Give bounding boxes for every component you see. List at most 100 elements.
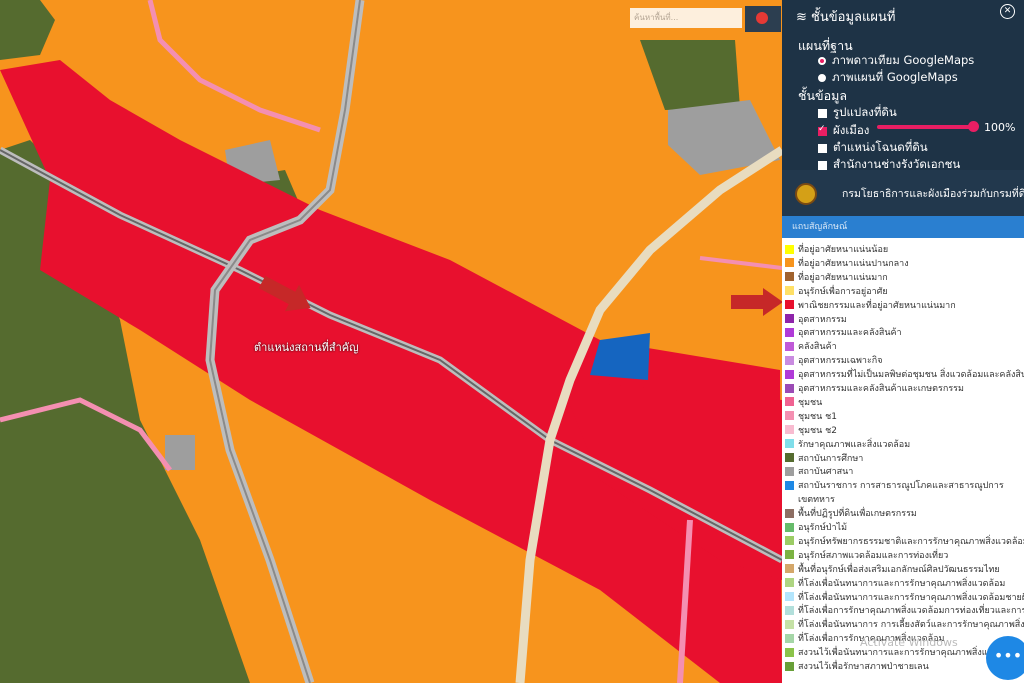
- legend-swatch: [785, 578, 794, 588]
- legend-item: รักษาคุณภาพและสิ่งแวดล้อม: [785, 437, 910, 451]
- legend-item: อุตสาหกรรมและคลังสินค้า: [785, 325, 902, 339]
- legend-item: สถาบันศาสนา: [785, 464, 853, 478]
- legend-list: ที่อยู่อาศัยหนาแน่นน้อยที่อยู่อาศัยหนาแน…: [782, 238, 1024, 683]
- checkbox-icon[interactable]: [818, 143, 827, 153]
- legend-item: พาณิชยกรรมและที่อยู่อาศัยหนาแน่นมาก: [785, 298, 956, 312]
- legend-item: ชุมชน ช1: [785, 409, 837, 423]
- activation-watermark: Activate Windows: [860, 636, 958, 649]
- legend-swatch: [785, 508, 794, 518]
- legend-label: พื้นที่อนุรักษ์เพื่อส่งเสริมเอกลักษณ์ศิล…: [798, 564, 1000, 575]
- legend-swatch: [785, 341, 794, 351]
- legend-swatch: [785, 466, 794, 476]
- checkbox-icon[interactable]: [818, 160, 827, 170]
- legend-label: อนุรักษ์ป่าไม้: [798, 523, 847, 533]
- legend-label: เขตทหาร: [798, 495, 835, 506]
- grey-zone-small: [165, 435, 195, 470]
- legend-swatch: [785, 383, 794, 393]
- layer-deed-location[interactable]: ตำแหน่งโฉนดที่ดิน: [818, 139, 928, 157]
- legend-item: อนุรักษ์ป่าไม้: [785, 520, 847, 534]
- legend-label: ที่อยู่อาศัยหนาแน่นน้อย: [798, 245, 889, 255]
- legend-item: คลังสินค้า: [785, 339, 837, 353]
- checkbox-icon[interactable]: [818, 108, 827, 118]
- layers-heading: ชั้นข้อมูล: [798, 88, 847, 103]
- legend-item: ที่อยู่อาศัยหนาแน่นปานกลาง: [785, 256, 909, 270]
- legend-label: อุตสาหกรรมที่ไม่เป็นมลพิษต่อชุมชน สิ่งแว…: [798, 370, 1024, 381]
- legend-swatch: [785, 605, 794, 615]
- layer-parcels[interactable]: รูปแปลงที่ดิน: [818, 104, 897, 122]
- legend-swatch: [785, 536, 794, 546]
- legend-item: พื้นที่ปฏิรูปที่ดินเพื่อเกษตรกรรม: [785, 506, 917, 520]
- legend-label: ชุมชน ช1: [798, 411, 837, 422]
- legend-label: ที่โล่งเพื่อนันทนาการ การเลี้ยงสัตว์และก…: [798, 620, 1024, 631]
- legend-label: อนุรักษ์สภาพแวดล้อมและการท่องเที่ยว: [798, 550, 949, 561]
- legend-item: อนุรักษ์เพื่อการอยู่อาศัย: [785, 284, 888, 298]
- legend-item: ชุมชน: [785, 395, 822, 409]
- legend-label: พาณิชยกรรมและที่อยู่อาศัยหนาแน่นมาก: [798, 300, 956, 311]
- close-icon[interactable]: ✕: [1000, 4, 1015, 19]
- key-location-label: ตำแหน่งสถานที่สำคัญ: [254, 341, 359, 354]
- legend-label: ที่อยู่อาศัยหนาแน่นมาก: [798, 272, 888, 283]
- legend-label: อุตสาหกรรมเฉพาะกิจ: [798, 356, 883, 367]
- legend-heading: แถบสัญลักษณ์: [782, 216, 1024, 238]
- legend-swatch: [785, 480, 794, 490]
- legend-item: ที่โล่งเพื่อการรักษาคุณภาพสิ่งแวดล้อมการ…: [785, 603, 1024, 617]
- legend-swatch: [785, 439, 794, 449]
- legend-label: ที่โล่งเพื่อนันทนาการและการรักษาคุณภาพสิ…: [798, 592, 1024, 603]
- legend-item: ที่โล่งเพื่อนันทนาการและการรักษาคุณภาพสิ…: [785, 576, 1005, 590]
- base-option-map[interactable]: ภาพแผนที่ GoogleMaps: [818, 69, 958, 87]
- legend-swatch: [785, 425, 794, 435]
- radio-icon[interactable]: [818, 74, 826, 82]
- legend-swatch: [785, 522, 794, 532]
- legend-swatch: [785, 633, 794, 643]
- department-logo-icon: [795, 183, 817, 205]
- legend-label: คลังสินค้า: [798, 342, 837, 353]
- legend-label: พื้นที่ปฏิรูปที่ดินเพื่อเกษตรกรรม: [798, 509, 917, 520]
- legend-label: ที่อยู่อาศัยหนาแน่นปานกลาง: [798, 258, 909, 269]
- legend-label: อนุรักษ์เพื่อการอยู่อาศัย: [798, 286, 888, 297]
- legend-swatch: [785, 411, 794, 421]
- radio-icon[interactable]: [818, 57, 826, 65]
- legend-item: ที่อยู่อาศัยหนาแน่นน้อย: [785, 242, 888, 256]
- legend-swatch: [785, 355, 794, 365]
- opacity-value: 100%: [984, 121, 1016, 134]
- legend-label: อุตสาหกรรมและคลังสินค้า: [798, 328, 902, 339]
- legend-label: รักษาคุณภาพและสิ่งแวดล้อม: [798, 439, 911, 450]
- legend-item: ที่โล่งเพื่อนันทนาการ การเลี้ยงสัตว์และก…: [785, 617, 1024, 631]
- legend-label: ที่โล่งเพื่อการรักษาคุณภาพสิ่งแวดล้อมการ…: [798, 606, 1024, 617]
- legend-item: อุตสาหกรรมและคลังสินค้าและเกษตรกรรม: [785, 381, 964, 395]
- base-option-satellite[interactable]: ภาพดาวเทียม GoogleMaps: [818, 52, 974, 70]
- search-input[interactable]: ค้นหาพื้นที่...: [630, 8, 742, 28]
- legend-item: อุตสาหกรรมที่ไม่เป็นมลพิษต่อชุมชน สิ่งแว…: [785, 367, 1024, 381]
- layer-cityplan[interactable]: ผังเมือง: [818, 122, 869, 140]
- legend-item: สถาบันการศึกษา: [785, 451, 863, 465]
- opacity-slider[interactable]: [877, 125, 975, 129]
- legend-item: ที่อยู่อาศัยหนาแน่นมาก: [785, 270, 888, 284]
- legend-item: อุตสาหกรรมเฉพาะกิจ: [785, 353, 883, 367]
- legend-swatch: [785, 272, 794, 282]
- legend-item: เขตทหาร: [785, 492, 835, 506]
- checkbox-icon[interactable]: [818, 124, 827, 136]
- legend-swatch: [785, 661, 794, 671]
- legend-label: สงวนไว้เพื่อรักษาสภาพป่าชายเลน: [798, 662, 929, 672]
- legend-swatch: [785, 258, 794, 268]
- layers-icon: ≋: [796, 10, 807, 25]
- legend-label: ที่โล่งเพื่อนันทนาการและการรักษาคุณภาพสิ…: [798, 578, 1006, 589]
- legend-label: ชุมชน: [798, 397, 823, 408]
- legend-item: พื้นที่อนุรักษ์เพื่อส่งเสริมเอกลักษณ์ศิล…: [785, 562, 1000, 576]
- legend-swatch: [785, 564, 794, 574]
- legend-swatch: [785, 619, 794, 629]
- layers-panel-title: ≋ ชั้นข้อมูลแผนที่: [796, 10, 896, 25]
- legend-label: อนุรักษ์ทรัพยากรธรรมชาติและการรักษาคุณภา…: [798, 536, 1024, 547]
- opacity-slider-handle[interactable]: [968, 121, 979, 132]
- legend-item: สงวนไว้เพื่อรักษาสภาพป่าชายเลน: [785, 659, 929, 673]
- legend-swatch: [785, 453, 794, 462]
- legend-swatch: [785, 327, 794, 337]
- legend-item: อุตสาหกรรม: [785, 312, 847, 326]
- legend-label: สถาบันศาสนา: [798, 467, 854, 478]
- legend-swatch: [785, 495, 794, 504]
- more-menu-button[interactable]: •••: [986, 636, 1024, 680]
- legend-swatch: [785, 244, 794, 254]
- legend-swatch: [785, 300, 794, 310]
- legend-item: ชุมชน ช2: [785, 423, 837, 437]
- legend-swatch: [785, 397, 794, 407]
